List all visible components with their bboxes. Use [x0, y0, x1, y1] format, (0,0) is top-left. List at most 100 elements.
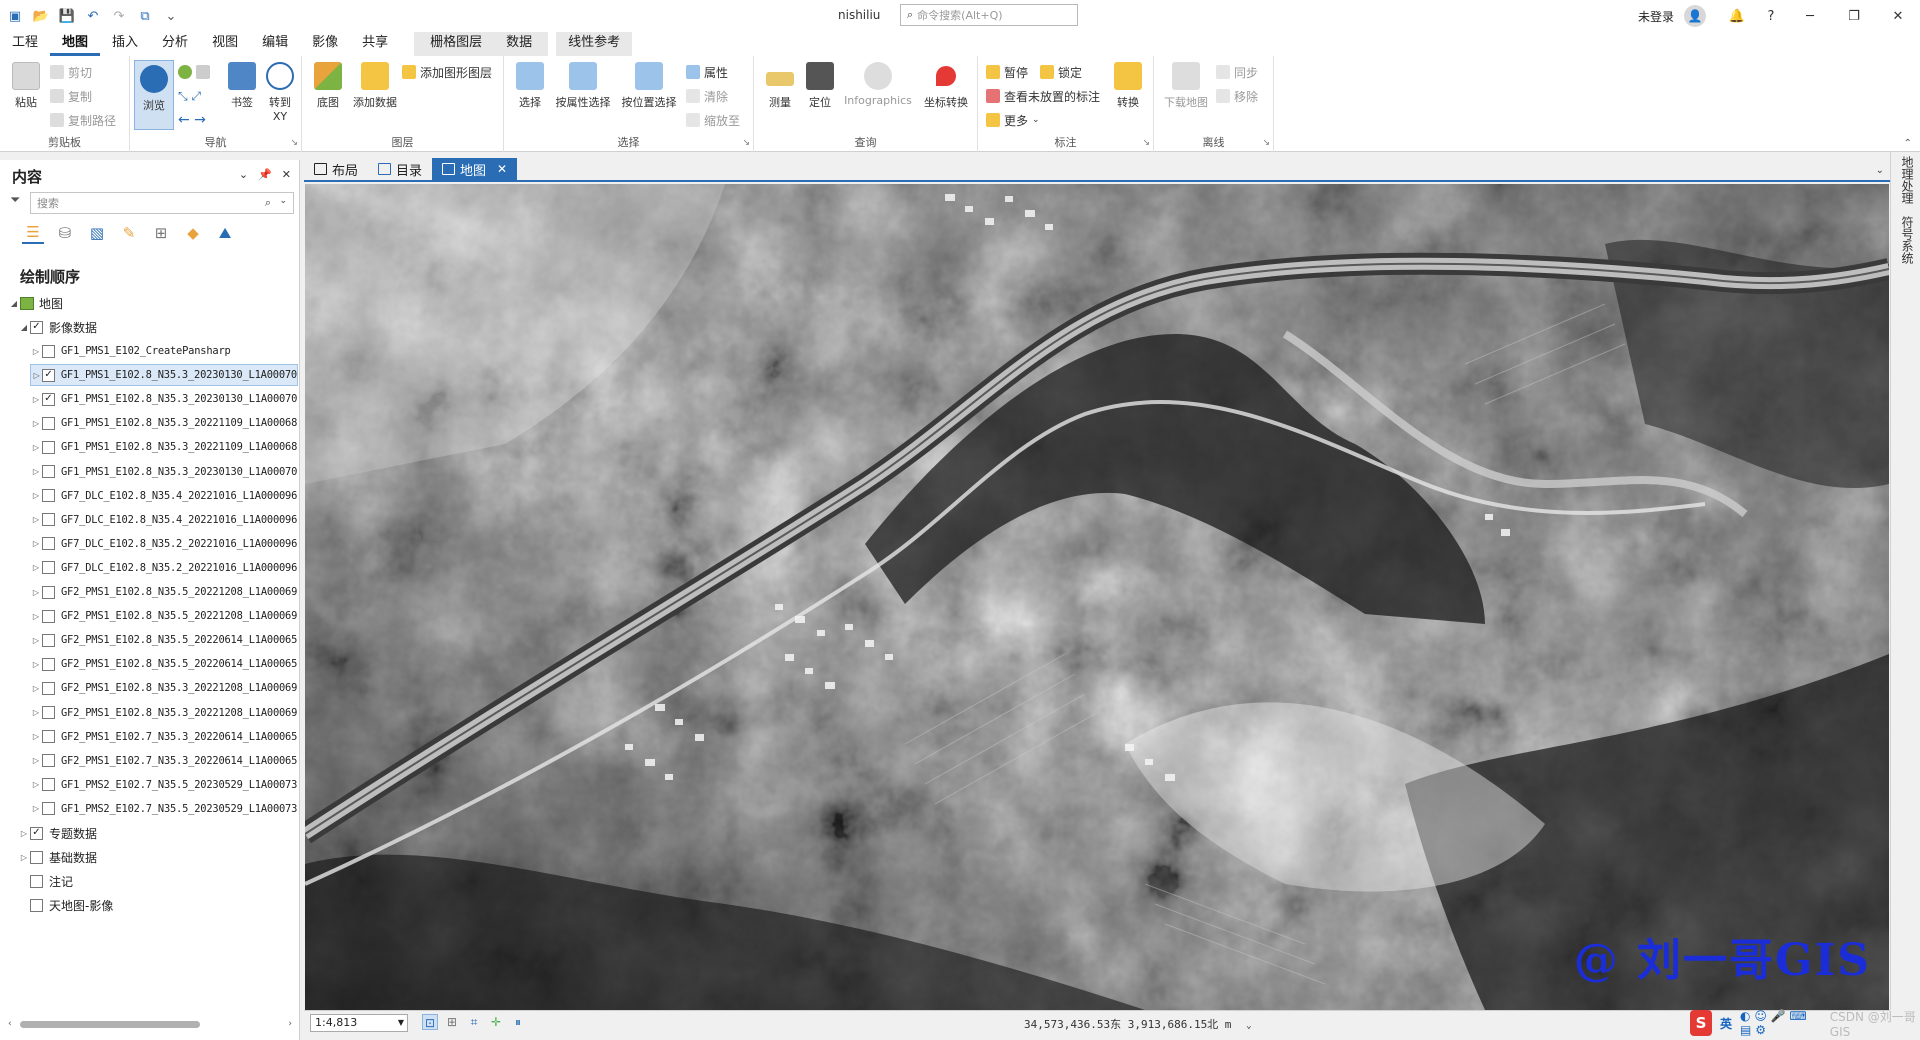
tab-project[interactable]: 工程 — [0, 32, 50, 56]
list-by-drawing-order-icon[interactable]: ☰ — [22, 222, 44, 244]
tab-map[interactable]: 地图 — [50, 32, 101, 56]
layer-checkbox[interactable] — [42, 609, 55, 623]
avatar[interactable]: 👤 — [1684, 5, 1706, 27]
layer-checkbox[interactable] — [30, 850, 43, 864]
layer-checkbox[interactable] — [42, 754, 55, 768]
list-by-labeling-icon[interactable]: ◆ — [182, 222, 204, 244]
tab-map-view[interactable]: 地图 ✕ — [432, 158, 518, 180]
tab-imagery[interactable]: 影像 — [300, 32, 350, 56]
layer-checkbox[interactable] — [42, 657, 55, 671]
add-data-button[interactable]: 添加数据 — [350, 62, 400, 110]
layer-checkbox[interactable] — [30, 874, 43, 888]
layer-checkbox[interactable] — [42, 465, 55, 478]
layer-checkbox[interactable]: ✓ — [42, 392, 55, 406]
tab-linear-referencing[interactable]: 线性参考 — [556, 32, 632, 56]
redo-icon[interactable]: ↷ — [110, 7, 128, 25]
layer-checkbox[interactable]: ✓ — [30, 320, 43, 334]
layer-row[interactable]: ▷ GF7_DLC_E102.8_N35.4_20221016_L1A000096 — [30, 509, 298, 531]
layer-row[interactable]: ▷ GF2_PMS1_E102.8_N35.5_20220614_L1A00065 — [30, 653, 298, 675]
list-by-snapping-icon[interactable]: ⊞ — [150, 222, 172, 244]
more-labeling-button[interactable]: 更多 ⌄ — [986, 110, 1040, 130]
layer-checkbox[interactable] — [42, 344, 55, 358]
layer-row[interactable]: ▷ GF7_DLC_E102.8_N35.2_20221016_L1A000096 — [30, 557, 298, 579]
goto-xy-button[interactable]: 转到 XY — [260, 62, 300, 123]
layer-checkbox[interactable] — [42, 706, 55, 719]
expand-icon[interactable]: ▷ — [30, 708, 42, 717]
save-project-icon[interactable]: 💾 — [58, 7, 76, 25]
ime-mode[interactable]: 英 — [1720, 1015, 1732, 1032]
cut-button[interactable]: 剪切 — [50, 62, 92, 82]
add-graphics-layer-button[interactable]: 添加图形图层 — [402, 62, 492, 82]
tab-raster-layer[interactable]: 栅格图层 — [418, 33, 494, 55]
expand-icon[interactable]: ▷ — [30, 395, 42, 404]
snapping-icon[interactable]: ⌗ — [466, 1014, 482, 1030]
layer-checkbox[interactable] — [42, 681, 55, 695]
expand-icon[interactable]: ▷ — [30, 636, 42, 645]
layer-checkbox[interactable] — [42, 633, 55, 647]
new-project-icon[interactable]: ▣ — [6, 7, 24, 25]
chevron-down-icon[interactable]: ⌄ — [1246, 1021, 1251, 1031]
geoprocessing-tab[interactable]: 地理处理 — [1899, 156, 1916, 204]
contents-search-input[interactable]: 搜索 ⌕ ⌄ — [30, 192, 294, 214]
grid-icon[interactable]: ⊞ — [444, 1014, 460, 1030]
undo-icon[interactable]: ↶ — [84, 7, 102, 25]
tab-insert[interactable]: 插入 — [100, 32, 150, 56]
convert-coordinates-button[interactable]: 坐标转换 — [918, 62, 974, 110]
minimize-icon[interactable]: ─ — [1788, 0, 1832, 32]
expand-icon[interactable]: ▷ — [30, 684, 42, 693]
layer-checkbox[interactable]: ✓ — [30, 826, 43, 840]
labeling-launcher-icon[interactable]: ↘ — [1142, 138, 1150, 148]
symbology-tab[interactable]: 符号系统 — [1899, 216, 1916, 264]
view-unplaced-labels-button[interactable]: 查看未放置的标注 — [986, 86, 1100, 106]
select-button[interactable]: 选择 — [510, 62, 550, 110]
layer-row[interactable]: ▷ ✓ GF1_PMS1_E102.8_N35.3_20230130_L1A0007… — [30, 388, 298, 410]
expand-icon[interactable]: ▷ — [30, 804, 42, 813]
tab-share[interactable]: 共享 — [350, 32, 400, 56]
layer-checkbox[interactable] — [30, 898, 43, 912]
previous-extent-icon[interactable]: ← → — [178, 110, 206, 130]
layer-row[interactable]: ▷ GF2_PMS1_E102.8_N35.5_20221208_L1A00069 — [30, 605, 298, 627]
layer-row[interactable]: ▷ ✓ GF1_PMS1_E102.8_N35.3_20230130_L1A0007… — [30, 364, 298, 387]
scroll-right-icon[interactable]: › — [288, 1019, 292, 1029]
layer-row[interactable]: ▷ GF7_DLC_E102.8_N35.2_20221016_L1A000096 — [30, 533, 298, 555]
layer-row[interactable]: ▷ GF2_PMS1_E102.8_N35.3_20221208_L1A00069 — [30, 702, 298, 724]
filter-icon[interactable]: ⏷ — [10, 193, 20, 208]
scale-selector[interactable]: 1:4,813 ▼ — [310, 1014, 408, 1032]
help-button[interactable]: ? — [1754, 0, 1788, 32]
open-project-icon[interactable]: 📂 — [32, 7, 50, 25]
expand-icon[interactable]: ▷ — [30, 467, 42, 476]
expand-icon[interactable]: ▷ — [18, 829, 30, 838]
list-by-editing-icon[interactable]: ✎ — [118, 222, 140, 244]
layer-checkbox[interactable] — [42, 730, 55, 744]
collapse-icon[interactable]: ◢ — [8, 299, 20, 308]
layer-checkbox[interactable] — [42, 561, 55, 575]
window-layout-icon[interactable]: ⧉ — [136, 7, 154, 25]
layer-checkbox[interactable]: ✓ — [42, 368, 55, 382]
locate-button[interactable]: 定位 — [800, 62, 840, 110]
layer-row[interactable]: ▷ GF2_PMS1_E102.7_N35.3_20220614_L1A00065 — [30, 750, 298, 772]
expand-icon[interactable]: ▷ — [30, 588, 42, 597]
layer-checkbox[interactable] — [42, 416, 55, 430]
clear-selection-button[interactable]: 清除 — [686, 86, 728, 106]
expand-icon[interactable]: ▷ — [30, 491, 42, 500]
fixed-zoom-icon[interactable]: ⤡ ⤢ — [178, 86, 201, 106]
expand-icon[interactable]: ▷ — [31, 371, 42, 380]
copy-button[interactable]: 复制 — [50, 86, 92, 106]
tab-edit[interactable]: 编辑 — [250, 32, 300, 56]
tab-catalog[interactable]: 目录 — [368, 158, 432, 180]
paste-button[interactable]: 粘贴 — [6, 62, 46, 110]
pause-drawing-icon[interactable]: ⏸ — [510, 1014, 526, 1030]
pin-icon[interactable]: 📌 — [258, 168, 272, 181]
selection-launcher-icon[interactable]: ↘ — [742, 138, 750, 148]
layer-checkbox[interactable] — [42, 778, 55, 792]
lock-labels-button[interactable]: 锁定 — [1040, 62, 1082, 82]
copy-path-button[interactable]: 复制路径 — [50, 110, 116, 130]
expand-icon[interactable]: ▷ — [18, 853, 30, 862]
sync-button[interactable]: 同步 — [1216, 62, 1258, 82]
tree-group-row[interactable]: ▷ ✓ 专题数据 — [18, 822, 97, 844]
attributes-button[interactable]: 属性 — [686, 62, 728, 82]
expand-icon[interactable]: ▷ — [30, 347, 42, 356]
layer-row[interactable]: ▷ GF2_PMS1_E102.8_N35.3_20221208_L1A00069 — [30, 677, 298, 699]
navigate-launcher-icon[interactable]: ↘ — [290, 138, 298, 148]
layer-row[interactable]: ▷ GF1_PMS1_E102.8_N35.3_20230130_L1A00070 — [30, 461, 298, 483]
